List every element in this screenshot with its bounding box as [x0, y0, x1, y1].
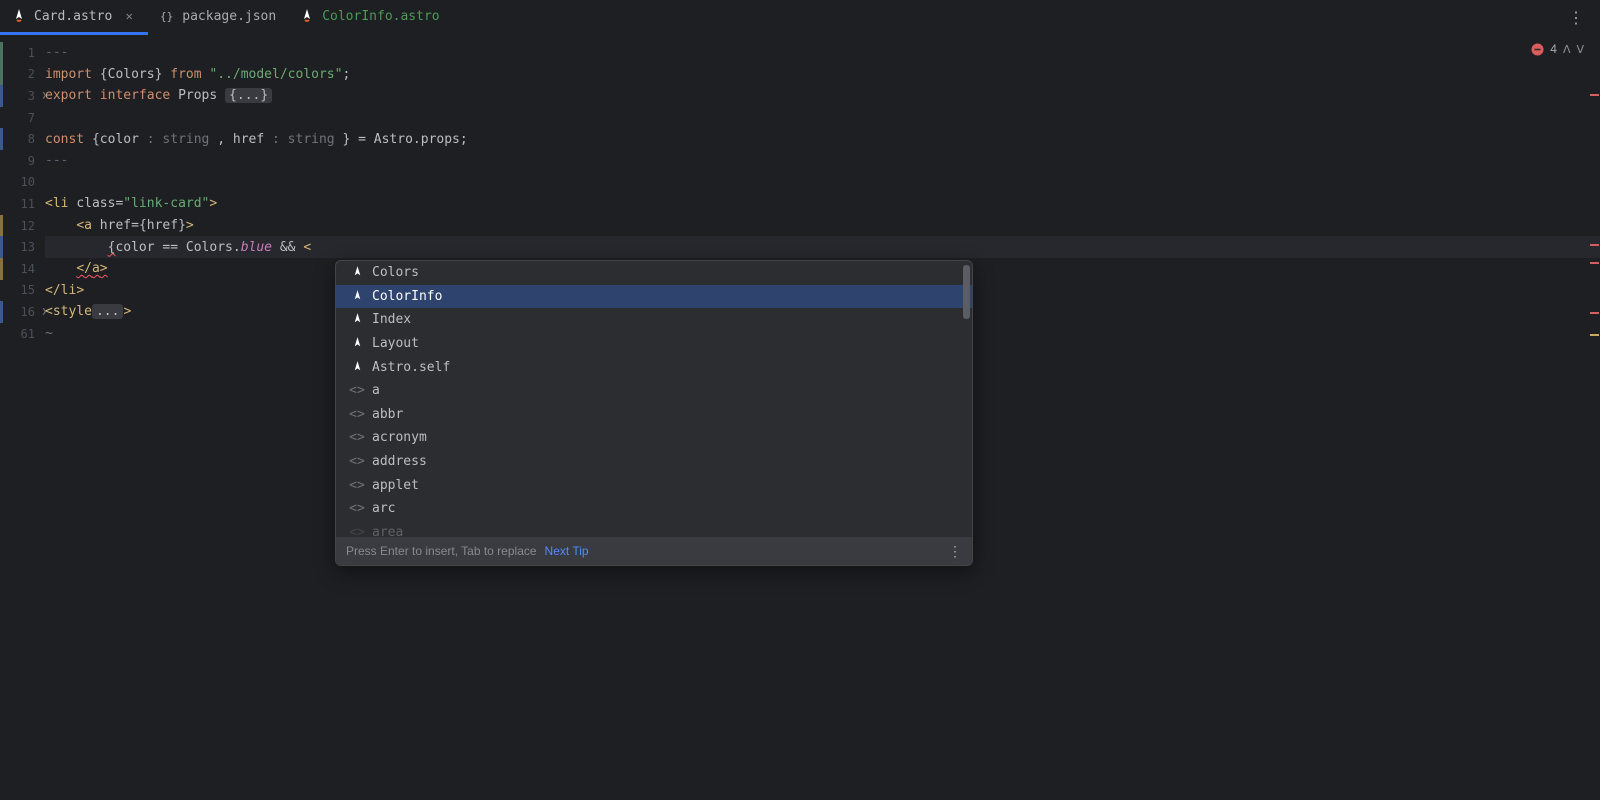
tab-bar: Card.astro ✕ {} package.json ColorInfo.a… — [0, 0, 1600, 36]
line-number[interactable]: 3❯ — [0, 85, 45, 107]
close-icon[interactable]: ✕ — [122, 9, 136, 23]
scrollbar-thumb[interactable] — [963, 265, 970, 319]
astro-icon — [350, 289, 364, 303]
tag-icon: <> — [350, 455, 364, 469]
astro-icon — [12, 9, 26, 23]
completion-label: a — [372, 383, 380, 398]
json-icon: {} — [160, 9, 174, 23]
completion-label: Layout — [372, 336, 419, 351]
line-number[interactable]: 14 — [0, 258, 45, 280]
line-number[interactable]: 12 — [0, 215, 45, 237]
completion-item[interactable]: Astro.self — [336, 355, 972, 379]
stripe-marker[interactable] — [1590, 312, 1599, 314]
tab-package-json[interactable]: {} package.json — [148, 0, 288, 35]
folded-region[interactable]: ... — [92, 304, 123, 319]
line-number[interactable]: 15 — [0, 280, 45, 302]
completion-item[interactable]: <> address — [336, 450, 972, 474]
tab-colorinfo-astro[interactable]: ColorInfo.astro — [288, 0, 451, 35]
astro-icon — [350, 266, 364, 280]
tab-label: Card.astro — [34, 9, 112, 24]
completion-hint: Press Enter to insert, Tab to replace — [346, 544, 537, 558]
completion-item[interactable]: Layout — [336, 332, 972, 356]
tag-icon: <> — [350, 502, 364, 516]
line-number[interactable]: 10 — [0, 172, 45, 194]
completion-item[interactable]: <> abbr — [336, 403, 972, 427]
completion-item[interactable]: <> area — [336, 521, 972, 537]
code-text: --- — [45, 45, 68, 60]
code-text: import — [45, 67, 92, 82]
completion-label: acronym — [372, 430, 427, 445]
line-number[interactable]: 61 — [0, 323, 45, 345]
completion-label: area — [372, 525, 403, 537]
line-number[interactable]: 7 — [0, 107, 45, 129]
completion-popup: Colors ColorInfo Index Layout Astro.self — [335, 260, 973, 566]
line-number[interactable]: 8 — [0, 128, 45, 150]
astro-icon — [350, 313, 364, 327]
completion-item[interactable]: <> applet — [336, 473, 972, 497]
tag-icon: <> — [350, 525, 364, 537]
stripe-marker[interactable] — [1590, 262, 1599, 264]
eof-marker: ~ — [45, 326, 53, 341]
stripe-marker[interactable] — [1590, 334, 1599, 336]
completion-label: applet — [372, 478, 419, 493]
astro-icon — [300, 9, 314, 23]
code-area[interactable]: --- import {Colors} from "../model/color… — [45, 36, 1600, 800]
more-icon[interactable]: ⋮ — [948, 543, 962, 560]
svg-text:{}: {} — [160, 10, 173, 23]
chevron-up-icon[interactable]: ᐱ — [1563, 43, 1571, 56]
completion-label: Colors — [372, 265, 419, 280]
folded-region[interactable]: {...} — [225, 88, 272, 103]
error-icon — [1531, 43, 1544, 56]
completion-item[interactable]: <> a — [336, 379, 972, 403]
problems-indicator[interactable]: 4 ᐱ ᐯ — [1531, 42, 1584, 56]
completion-label: Astro.self — [372, 360, 450, 375]
chevron-down-icon[interactable]: ᐯ — [1576, 43, 1584, 56]
astro-icon — [350, 360, 364, 374]
line-number[interactable]: 11 — [0, 193, 45, 215]
astro-icon — [350, 337, 364, 351]
completion-footer: Press Enter to insert, Tab to replace Ne… — [336, 537, 972, 565]
tab-label: ColorInfo.astro — [322, 9, 439, 24]
tag-icon: <> — [350, 384, 364, 398]
stripe-marker[interactable] — [1590, 94, 1599, 96]
line-number[interactable]: 1 — [0, 42, 45, 64]
tag-icon: <> — [350, 407, 364, 421]
editor: 1 2 3❯ 7 8 9 10 11 12 13 14 15 16❯ 61 --… — [0, 36, 1600, 800]
completion-label: arc — [372, 501, 395, 516]
gutter: 1 2 3❯ 7 8 9 10 11 12 13 14 15 16❯ 61 — [0, 36, 45, 800]
completion-label: address — [372, 454, 427, 469]
stripe-marker[interactable] — [1590, 244, 1599, 246]
completion-item[interactable]: <> arc — [336, 497, 972, 521]
error-count: 4 — [1550, 42, 1557, 56]
completion-item[interactable]: Colors — [336, 261, 972, 285]
more-icon[interactable]: ⋮ — [1560, 4, 1592, 31]
completion-label: Index — [372, 312, 411, 327]
completion-list[interactable]: Colors ColorInfo Index Layout Astro.self — [336, 261, 972, 537]
completion-item[interactable]: ColorInfo — [336, 285, 972, 309]
line-number[interactable]: 2 — [0, 64, 45, 86]
tag-icon: <> — [350, 431, 364, 445]
line-number[interactable]: 9 — [0, 150, 45, 172]
completion-item[interactable]: <> acronym — [336, 426, 972, 450]
completion-label: abbr — [372, 407, 403, 422]
completion-label: ColorInfo — [372, 289, 442, 304]
line-number[interactable]: 16❯ — [0, 301, 45, 323]
tab-label: package.json — [182, 9, 276, 24]
tab-card-astro[interactable]: Card.astro ✕ — [0, 0, 148, 35]
completion-item[interactable]: Index — [336, 308, 972, 332]
line-number[interactable]: 13 — [0, 236, 45, 258]
next-tip-link[interactable]: Next Tip — [545, 544, 589, 558]
error-stripe[interactable] — [1588, 36, 1600, 800]
tag-icon: <> — [350, 478, 364, 492]
